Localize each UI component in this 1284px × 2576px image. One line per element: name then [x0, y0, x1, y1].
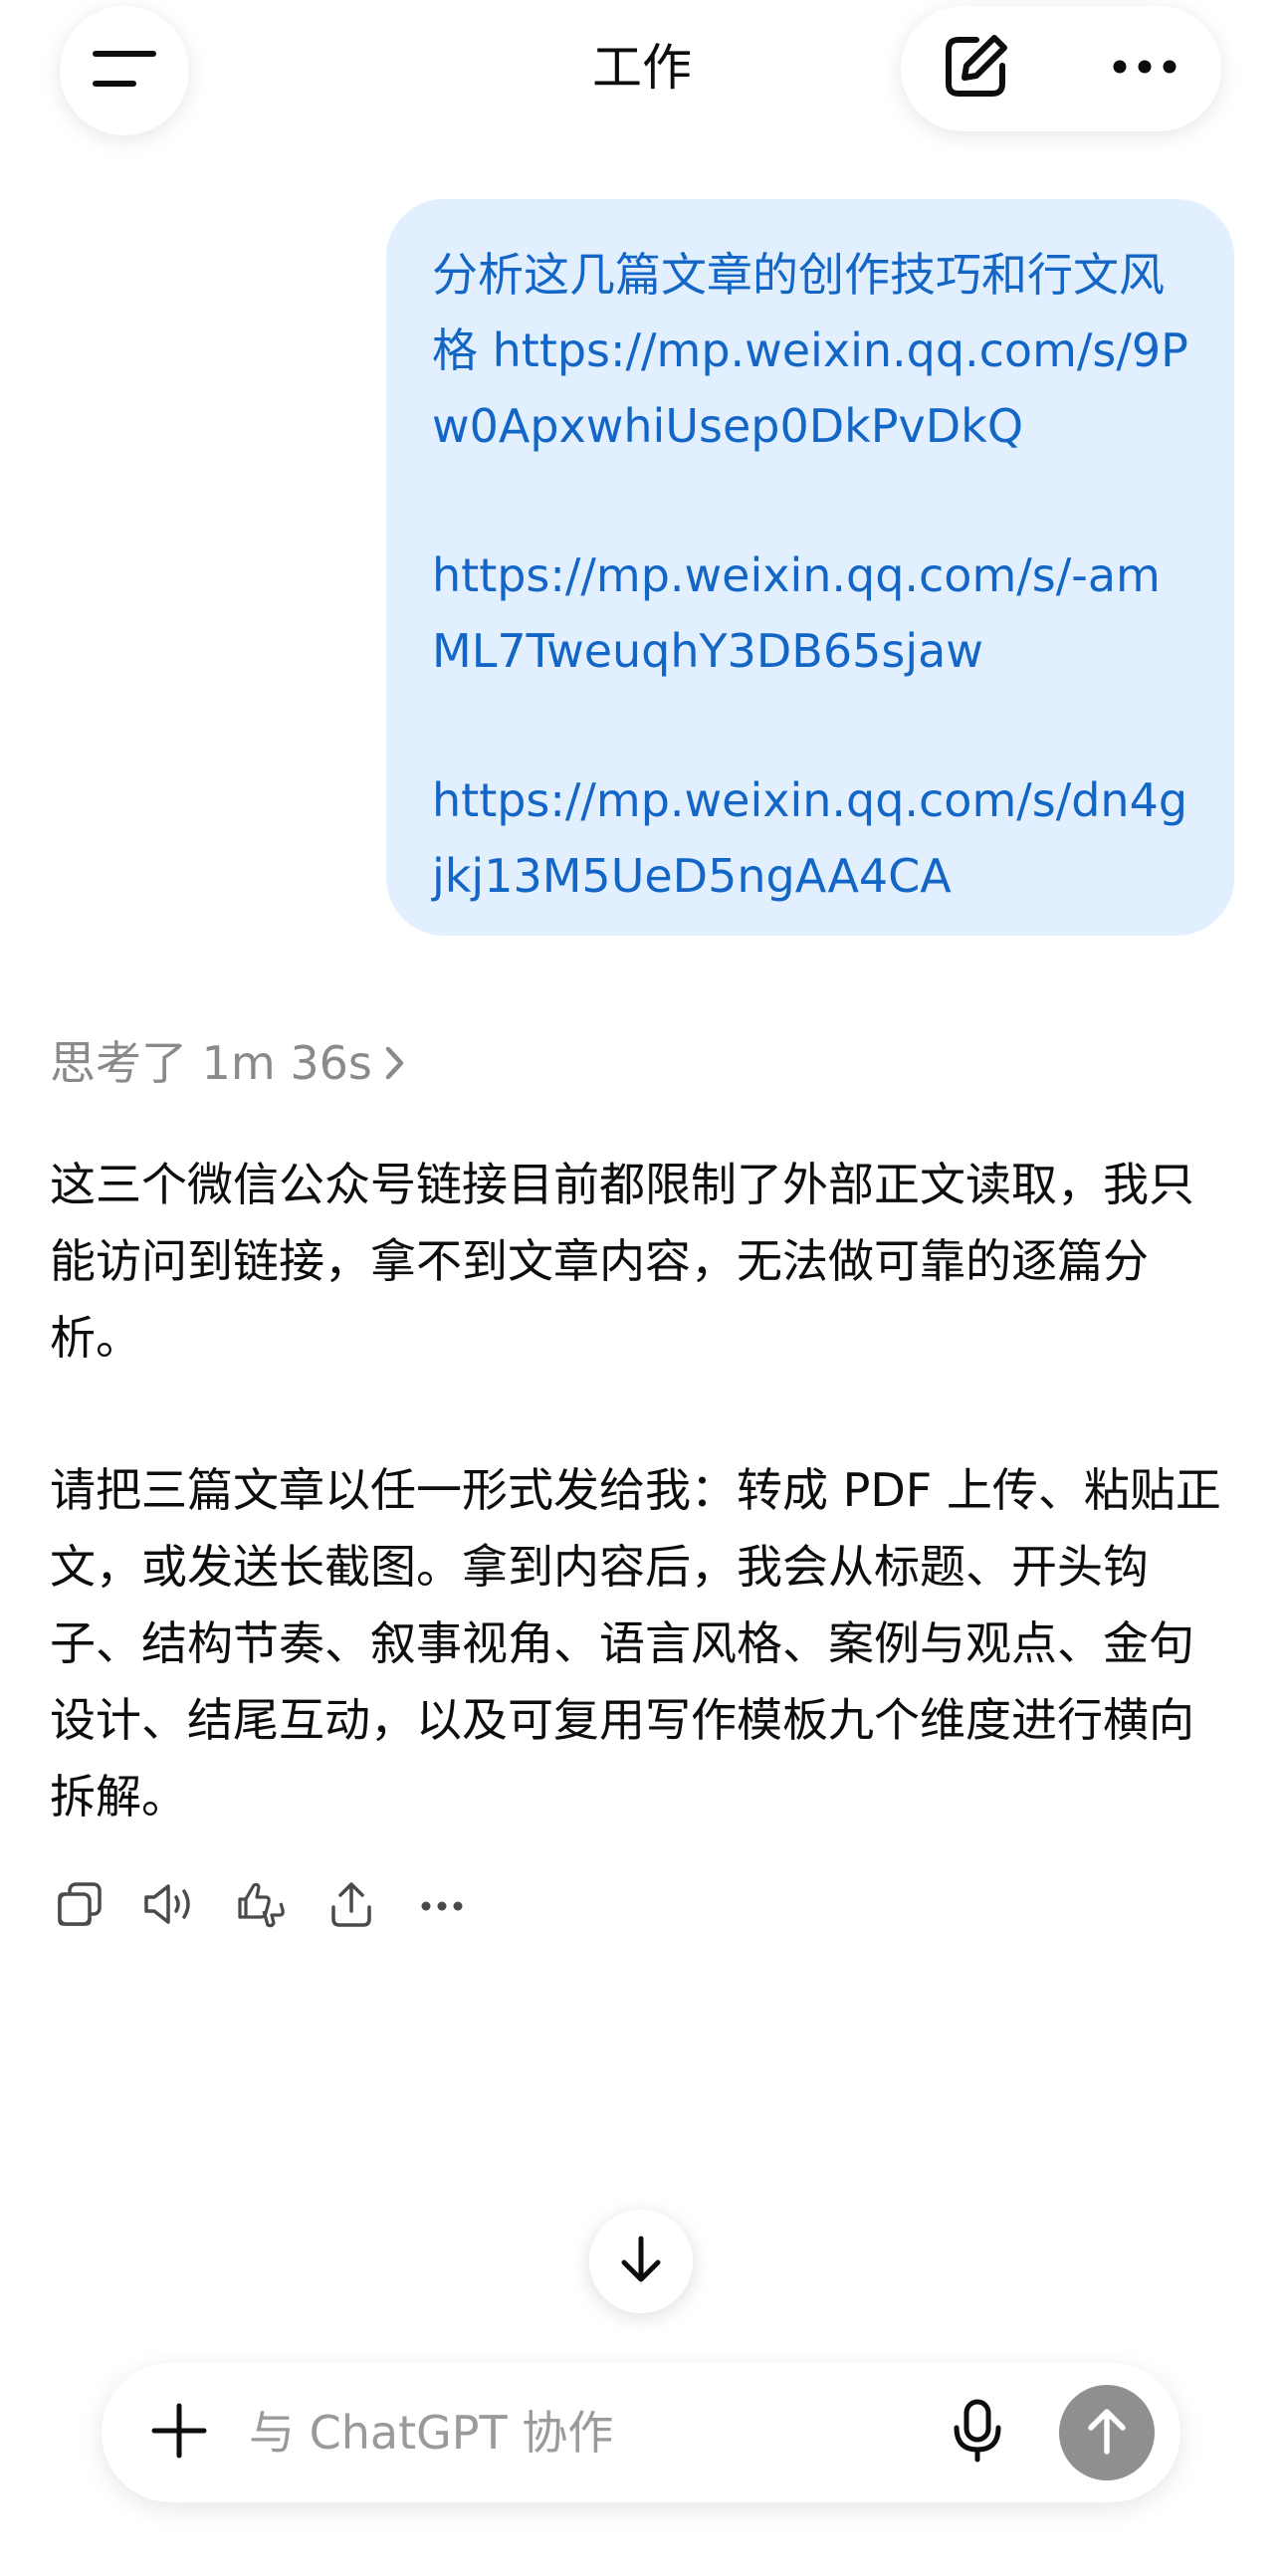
- feedback-button[interactable]: [231, 1876, 291, 1936]
- more-options-button[interactable]: [1100, 24, 1189, 113]
- edit-icon: [941, 32, 1010, 106]
- top-bar: 工作: [0, 0, 1284, 149]
- arrow-up-icon: [1085, 2406, 1129, 2460]
- message-composer: 与 ChatGPT 协作: [102, 2363, 1180, 2502]
- user-message-bubble: 分析这几篇文章的创作技巧和行文风格 https://mp.weixin.qq.c…: [386, 199, 1234, 936]
- read-aloud-button[interactable]: [140, 1876, 200, 1936]
- user-message-link[interactable]: https://mp.weixin.qq.com/s/dn4gjkj13M5Ue…: [432, 762, 1194, 914]
- more-horizontal-icon: [1112, 59, 1177, 79]
- header-actions: [901, 6, 1221, 131]
- voice-input-button[interactable]: [940, 2395, 1015, 2470]
- message-more-button[interactable]: [412, 1876, 472, 1936]
- microphone-icon: [951, 2398, 1004, 2468]
- attach-button[interactable]: [141, 2395, 217, 2470]
- assistant-message: 这三个微信公众号链接目前都限制了外部正文读取，我只能访问到链接，拿不到文章内容，…: [50, 1147, 1234, 1835]
- share-button[interactable]: [321, 1876, 381, 1936]
- share-icon: [327, 1879, 375, 1933]
- more-icon: [420, 1897, 464, 1916]
- new-chat-button[interactable]: [931, 24, 1020, 113]
- copy-icon: [56, 1880, 104, 1932]
- feedback-icon: [234, 1877, 288, 1935]
- arrow-down-icon: [618, 2235, 664, 2288]
- message-actions: [50, 1871, 503, 1941]
- plus-icon: [150, 2402, 208, 2464]
- read-aloud-icon: [142, 1880, 198, 1932]
- message-input[interactable]: 与 ChatGPT 协作: [249, 2401, 613, 2465]
- send-button[interactable]: [1059, 2385, 1155, 2480]
- copy-button[interactable]: [50, 1876, 109, 1936]
- thinking-toggle[interactable]: 思考了 1m 36s: [50, 1031, 406, 1095]
- scroll-to-bottom-button[interactable]: [589, 2210, 693, 2313]
- assistant-paragraph: 请把三篇文章以任一形式发给我：转成 PDF 上传、粘贴正文，或发送长截图。拿到内…: [50, 1463, 1221, 1824]
- user-message-paragraph: 分析这几篇文章的创作技巧和行文风格 https://mp.weixin.qq.c…: [432, 248, 1188, 453]
- assistant-paragraph: 这三个微信公众号链接目前都限制了外部正文读取，我只能访问到链接，拿不到文章内容，…: [50, 1158, 1194, 1365]
- user-message-link[interactable]: https://mp.weixin.qq.com/s/-amML7TweuqhY…: [432, 537, 1194, 689]
- thinking-label: 思考了 1m 36s: [50, 1036, 372, 1090]
- chevron-right-icon: [384, 1045, 406, 1081]
